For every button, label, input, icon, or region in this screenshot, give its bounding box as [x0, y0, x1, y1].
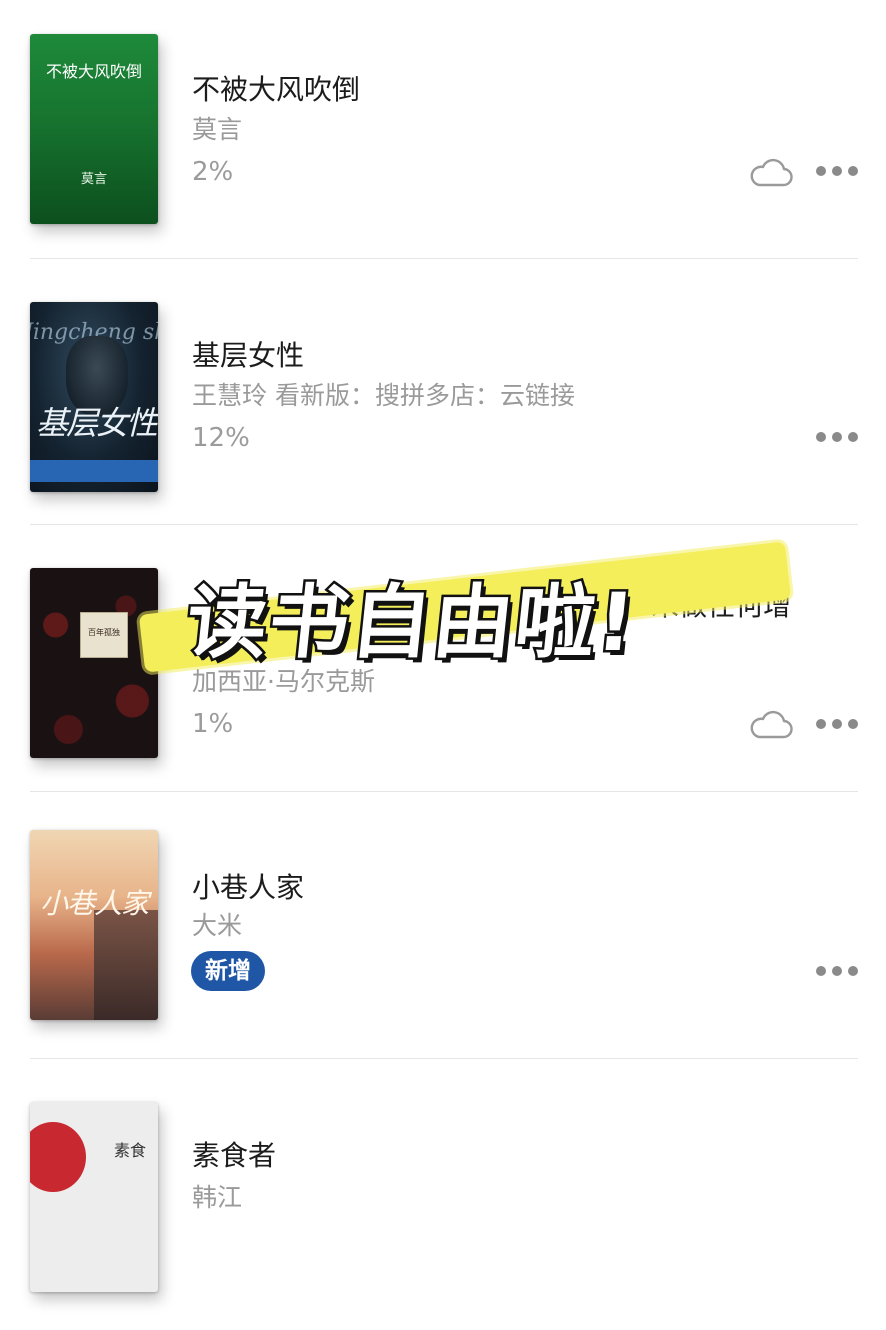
- cover-flower: [30, 1122, 86, 1192]
- book-title: 小巷人家: [192, 871, 305, 904]
- cover-title: 不被大风吹倒: [45, 62, 142, 81]
- divider: [30, 791, 858, 792]
- book-cover[interactable]: 不被大风吹倒 莫言: [30, 34, 158, 224]
- cover-label-text: 百年孤独: [88, 628, 120, 637]
- book-cover[interactable]: Jingcheng shiye Di Jeanli 基层女性: [30, 302, 158, 492]
- book-cover[interactable]: 小巷人家: [30, 830, 158, 1020]
- book-cover[interactable]: 百年孤独: [30, 568, 158, 758]
- cloud-icon[interactable]: [749, 710, 793, 740]
- more-dots-icon[interactable]: [816, 719, 858, 731]
- book-cover[interactable]: 素食: [30, 1102, 158, 1292]
- book-title: 不被大风吹倒: [192, 73, 361, 106]
- cloud-icon[interactable]: [749, 158, 793, 188]
- cover-title: 素食: [114, 1141, 147, 1160]
- book-row[interactable]: 小巷人家 小巷人家 大米 新增: [0, 798, 886, 1064]
- cover-title: 基层女性: [36, 404, 158, 442]
- cover-building: [94, 910, 158, 1020]
- book-row[interactable]: 不被大风吹倒 莫言 不被大风吹倒 莫言 2%: [0, 0, 886, 266]
- book-title: 素食者: [192, 1139, 277, 1172]
- cover-label: 百年孤独: [80, 612, 128, 658]
- divider: [30, 258, 858, 259]
- reading-progress: 2%: [192, 157, 234, 187]
- divider: [30, 1058, 858, 1059]
- book-author: 王慧玲 看新版：搜拼多店：云链接: [192, 381, 575, 410]
- reading-progress: 1%: [192, 709, 234, 739]
- book-author: 大米: [192, 911, 243, 940]
- overlay-banner: 读书自由啦!: [180, 574, 643, 672]
- book-row[interactable]: Jingcheng shiye Di Jeanli 基层女性 基层女性 王慧玲 …: [0, 266, 886, 532]
- more-dots-icon[interactable]: [816, 432, 858, 444]
- cover-band: [30, 460, 158, 482]
- cover-title: 小巷人家: [40, 887, 149, 920]
- more-dots-icon[interactable]: [816, 966, 858, 978]
- cover-pattern: [30, 568, 158, 758]
- cover-author: 莫言: [80, 172, 107, 187]
- more-dots-icon[interactable]: [816, 166, 858, 178]
- book-author: 莫言: [192, 115, 243, 144]
- divider: [30, 524, 858, 525]
- book-author: 韩江: [192, 1183, 243, 1212]
- new-badge: 新增: [191, 951, 265, 991]
- book-row[interactable]: 素食 素食者 韩江: [0, 1064, 886, 1330]
- reading-progress: 12%: [192, 423, 250, 453]
- book-title: 基层女性: [192, 339, 305, 372]
